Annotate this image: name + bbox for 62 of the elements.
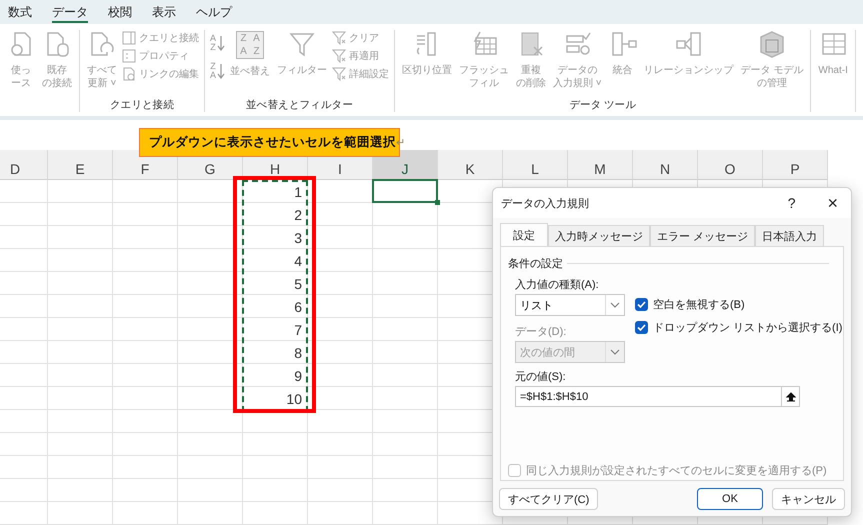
group-label: 並べ替えとフィルター [245,98,354,112]
checkbox[interactable] [635,321,648,334]
table-cell-text: 1 [294,183,303,202]
close-button[interactable]: × [827,192,838,214]
sort-icon: Z A A Z [236,31,264,59]
column-header[interactable]: D [0,150,48,180]
cube-icon [758,30,786,58]
menu-tab[interactable]: 表示 [144,0,184,24]
help-button[interactable]: ? [788,195,796,211]
funnel-icon [332,67,346,81]
table-cell-text: 2 [294,206,303,225]
return-mark: ↵ [396,136,405,149]
type-dropdown[interactable]: リスト [515,294,625,316]
menu-tab[interactable]: データ [44,0,96,24]
column-header[interactable]: P [763,150,828,180]
field-label: 入力値の種類(A): [515,278,600,292]
funnel-icon [332,49,346,63]
column-header[interactable]: M [568,150,633,180]
table-cell-text: 5 [294,275,303,294]
table-cell-text: 7 [294,321,303,340]
column-header[interactable]: E [48,150,113,180]
down-arrow-icon [217,35,226,51]
clear-all-button[interactable]: すべてクリア(C) [499,488,598,510]
column-header[interactable]: N [633,150,698,180]
down-arrow-icon [217,63,226,79]
relationship-icon [674,30,703,58]
checkbox-label: 空白を無視する(B) [653,298,745,312]
checkbox-label: ドロップダウン リストから選択する(I) [653,320,842,335]
menu-tab[interactable]: 校閲 [100,0,140,24]
column-header[interactable]: O [698,150,763,180]
funnel-icon [332,31,346,45]
dialog-button[interactable]: OK [697,488,763,510]
column-header[interactable]: L [503,150,568,180]
field-label: 元の値(S): [515,370,567,384]
upload-arrow-icon [786,392,796,402]
column-header[interactable]: K [438,150,503,180]
dialog-title: データの入力規則 [501,196,590,210]
table-cell-text: 10 [286,390,303,409]
dialog-tab[interactable]: 入力時メッセージ [548,225,650,246]
checkbox[interactable] [635,298,648,311]
dialog-tab[interactable]: 日本語入力 [755,225,824,246]
table-icon [122,31,136,45]
table-cell-text: 4 [294,252,303,271]
callout-text: プルダウンに表示させたいセルを範囲選択 [149,134,396,151]
field-label: データ(D): [515,325,568,339]
checkbox-label: 同じ入力規則が設定されたすべてのセルに変更を適用する(P) [526,464,827,478]
menu-tab[interactable]: 数式 [0,0,40,24]
properties-icon [122,49,136,63]
group-label: データ ツール [568,98,638,112]
menu-tab[interactable]: ヘルプ [188,0,240,24]
collapse-button[interactable] [781,387,799,406]
source-field[interactable]: =$H$1:$H$10 [515,386,800,407]
table-cell-text: 3 [294,229,303,248]
table-cell-text: 6 [294,298,303,317]
table-cell-text: 9 [294,367,303,386]
section-title: 条件の設定 [508,256,563,271]
dialog-button[interactable]: キャンセル [772,488,845,510]
dialog-tab[interactable]: エラー メッセージ [650,225,756,246]
table-cell-text: 8 [294,344,303,363]
dialog-tab[interactable]: 設定 [500,223,548,246]
document-icon [122,67,136,81]
group-label: クエリと接続 [108,98,176,112]
